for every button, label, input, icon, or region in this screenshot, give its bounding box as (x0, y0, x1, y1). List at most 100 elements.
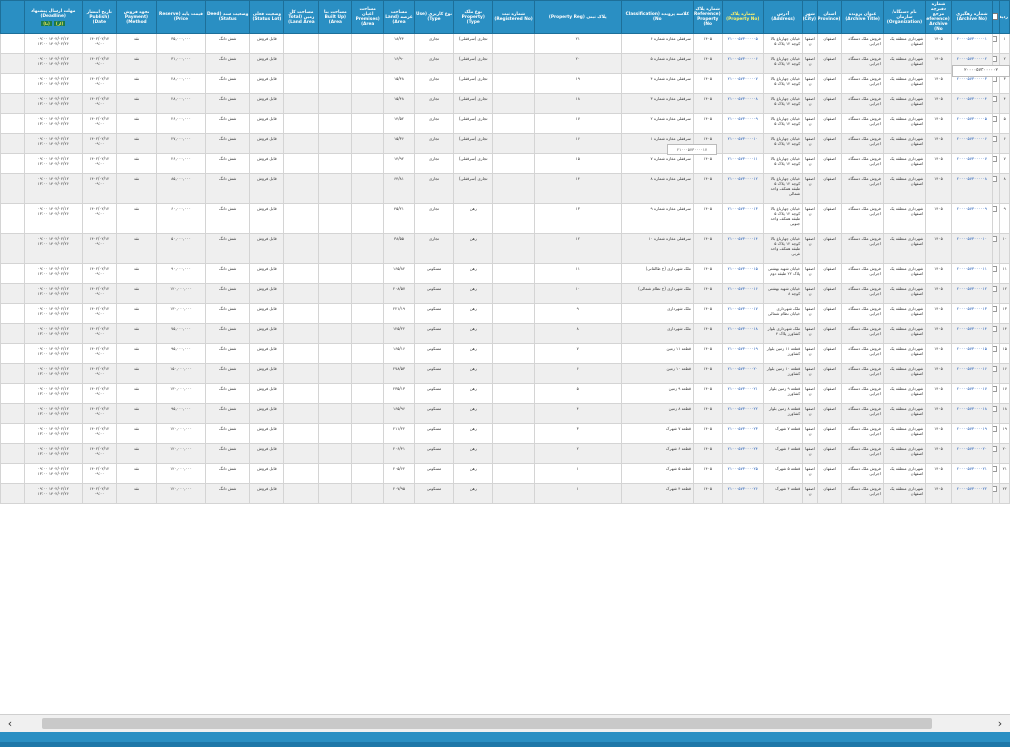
header-reference-property-no[interactable]: شماره پلاک (Reference Property No) (692, 0, 723, 34)
cell-property-no[interactable]: ۲۱۰۰۰۵۷۳۰۰۰۰۲۲ (721, 403, 764, 424)
cell-row-select[interactable] (992, 323, 1001, 344)
cell-property-no[interactable]: ۲۱۰۰۰۵۷۳۰۰۰۰۱۳ (721, 203, 764, 234)
horizontal-scrollbar[interactable]: ‹ › (0, 714, 1010, 732)
cell-row-select[interactable] (992, 33, 1001, 54)
cell-archive-no[interactable]: ۲۰۰۰۰۵۷۳۰۰۰۰۰۴ (950, 93, 994, 114)
row-checkbox[interactable] (993, 386, 998, 392)
cell-property-no[interactable]: ۲۱۰۰۰۵۷۳۰۰۰۰۱۶ (721, 283, 764, 304)
cell-row-select[interactable] (992, 343, 1001, 364)
cell-archive-no[interactable]: ۲۰۰۰۰۵۷۳۰۰۰۰۱۱ (950, 263, 994, 284)
table-row[interactable]: ۱۷ ۲۰۰۰۰۵۷۳۰۰۰۰۱۷ ۱۴۰۵ شهرداری منطقه یک اصف… (0, 383, 1010, 404)
row-checkbox[interactable] (993, 446, 998, 452)
cell-archive-no[interactable]: ۲۰۰۰۰۵۷۳۰۰۰۰۱۸ (950, 403, 994, 424)
row-checkbox[interactable] (993, 366, 998, 372)
header-city[interactable]: شهر (City) (802, 0, 818, 34)
cell-archive-no[interactable]: ۲۰۰۰۰۵۷۳۰۰۰۰۰۷ (950, 153, 994, 174)
table-row[interactable]: ۱ ۲۰۰۰۰۵۷۳۰۰۰۰۰۱ ۱۴۰۵ شهرداری منطقه یک اصفه… (0, 33, 1010, 54)
header-property-type[interactable]: نوع ملک (Property Type) (453, 0, 494, 34)
cell-row-select[interactable] (992, 93, 1001, 114)
cell-archive-no[interactable]: ۲۰۰۰۰۵۷۳۰۰۰۰۱۵ (950, 343, 994, 364)
cell-property-no[interactable]: ۲۱۰۰۰۵۷۳۰۰۰۰۱۱ (721, 153, 764, 174)
header-deed-status[interactable]: وضعیت سند (Deed Status) (204, 0, 251, 34)
cell-row-select[interactable] (992, 233, 1001, 264)
table-row[interactable]: ۲۲ ۲۰۰۰۰۵۷۳۰۰۰۰۲۲ ۱۴۰۵ شهرداری منطقه یک اصف… (0, 483, 1010, 504)
header-property-reg[interactable]: پلاک ثبتی (Property Reg) (533, 0, 622, 34)
row-checkbox[interactable] (993, 176, 998, 182)
cell-archive-no[interactable]: ۲۰۰۰۰۵۷۳۰۰۰۰۲۲ (950, 483, 994, 504)
cell-property-no[interactable]: ۲۱۰۰۰۵۷۳۰۰۰۰۲۳ (721, 423, 764, 444)
table-row[interactable]: ۹ ۲۰۰۰۰۵۷۳۰۰۰۰۰۹ ۱۴۰۵ شهرداری منطقه یک اصفه… (0, 203, 1010, 234)
cell-property-no[interactable]: ۲۱۰۰۰۵۷۳۰۰۰۰۲۶ (721, 483, 764, 504)
cell-property-no[interactable]: ۲۱۰۰۰۵۷۳۰۰۰۰۱۲ (721, 173, 764, 204)
cell-row-select[interactable] (992, 173, 1001, 204)
cell-property-no[interactable]: ۲۱۰۰۰۵۷۳۰۰۰۰۲۱ (721, 383, 764, 404)
header-deadline[interactable]: مهلت ارسال پیشنهاد (Deadline) (از) (تا) (23, 0, 83, 34)
cell-archive-no[interactable]: ۲۰۰۰۰۵۷۳۰۰۰۰۰۱ (950, 33, 994, 54)
scroll-left-icon[interactable]: ‹ (2, 715, 18, 732)
table-row[interactable]: ۷ ۲۰۰۰۰۵۷۳۰۰۰۰۰۷ ۱۴۰۵ شهرداری منطقه یک اصفه… (0, 153, 1010, 174)
header-status-lot[interactable]: وضعیت فعلی (Status Lot) (249, 0, 285, 34)
row-checkbox[interactable] (993, 466, 998, 472)
cell-row-select[interactable] (992, 483, 1001, 504)
select-all-checkbox[interactable] (993, 12, 999, 20)
header-land-area[interactable]: مساحت عرصه (Land Area) (383, 0, 415, 34)
row-checkbox[interactable] (993, 56, 998, 62)
table-row[interactable]: ۲ ۲۰۰۰۰۵۷۳۰۰۰۰۰۲ ۱۴۰۵ شهرداری منطقه یک اصفه… (0, 53, 1010, 74)
cell-archive-no[interactable]: ۲۰۰۰۰۵۷۳۰۰۰۰۱۹ (950, 423, 994, 444)
header-property-no[interactable]: شماره پلاک (Property No) (721, 0, 764, 34)
cell-property-no[interactable]: ۲۱۰۰۰۵۷۳۰۰۰۰۱۰ (721, 133, 764, 154)
cell-archive-no[interactable]: ۲۰۰۰۰۵۷۳۰۰۰۰۱۷ (950, 383, 994, 404)
header-select-all[interactable] (992, 0, 1001, 34)
table-row[interactable]: ۱۵ ۲۰۰۰۰۵۷۳۰۰۰۰۱۵ ۱۴۰۵ شهرداری منطقه یک اصف… (0, 343, 1010, 364)
cell-archive-no[interactable]: ۲۰۰۰۰۵۷۳۰۰۰۰۱۴ (950, 323, 994, 344)
cell-archive-no[interactable]: ۲۰۰۰۰۵۷۳۰۰۰۰۰۵ (950, 113, 994, 134)
table-row[interactable]: ۱۳ ۲۰۰۰۰۵۷۳۰۰۰۰۱۳ ۱۴۰۵ شهرداری منطقه یک اصف… (0, 303, 1010, 324)
row-checkbox[interactable] (993, 486, 998, 492)
header-built-up-area[interactable]: مساحت بنا (Built Up Area) (318, 0, 353, 34)
cell-row-select[interactable] (992, 203, 1001, 234)
row-checkbox[interactable] (993, 206, 998, 212)
header-row-number[interactable]: ردیف (999, 0, 1010, 34)
cell-archive-no[interactable]: ۲۰۰۰۰۵۷۳۰۰۰۰۰۹ (950, 203, 994, 234)
header-use-type[interactable]: نوع کاربری (Use Type) (413, 0, 455, 34)
cell-property-no[interactable]: ۲۱۰۰۰۵۷۳۰۰۰۰۱۹ (721, 343, 764, 364)
cell-archive-no[interactable]: ۲۰۰۰۰۵۷۳۰۰۰۰۱۳ (950, 303, 994, 324)
cell-property-no[interactable]: ۲۱۰۰۰۵۷۳۰۰۰۰۱۷ (721, 303, 764, 324)
table-row[interactable]: ۴ ۲۰۰۰۰۵۷۳۰۰۰۰۰۴ ۱۴۰۵ شهرداری منطقه یک اصفه… (0, 93, 1010, 114)
row-checkbox[interactable] (993, 286, 998, 292)
table-row[interactable]: ۶ ۲۰۰۰۰۵۷۳۰۰۰۰۰۶ ۱۴۰۵ شهرداری منطقه یک اصفه… (0, 133, 1010, 154)
row-checkbox[interactable] (993, 406, 998, 412)
header-total-land-area[interactable]: مساحت کل زمین (Total Land Area) (283, 0, 320, 34)
table-row[interactable]: ۱۴ ۲۰۰۰۰۵۷۳۰۰۰۰۱۴ ۱۴۰۵ شهرداری منطقه یک اصف… (0, 323, 1010, 344)
table-row[interactable]: ۳ ۲۰۰۰۰۵۷۳۰۰۰۰۰۳ ۱۴۰۵ شهرداری منطقه یک اصفه… (0, 73, 1010, 94)
table-row[interactable]: ۱۸ ۲۰۰۰۰۵۷۳۰۰۰۰۱۸ ۱۴۰۵ شهرداری منطقه یک اصف… (0, 403, 1010, 424)
table-row[interactable]: ۱۱ ۲۰۰۰۰۵۷۳۰۰۰۰۱۱ ۱۴۰۵ شهرداری منطقه یک اصف… (0, 263, 1010, 284)
table-row[interactable]: ۱۶ ۲۰۰۰۰۵۷۳۰۰۰۰۱۶ ۱۴۰۵ شهرداری منطقه یک اصف… (0, 363, 1010, 384)
cell-archive-no[interactable]: ۲۰۰۰۰۵۷۳۰۰۰۰۱۰ (950, 233, 994, 264)
header-province[interactable]: استان (Province) (816, 0, 843, 34)
header-registered-no[interactable]: شماره ثبت (Registered No) (492, 0, 535, 34)
row-checkbox[interactable] (993, 156, 998, 162)
row-checkbox[interactable] (993, 306, 998, 312)
cell-archive-no[interactable]: ۲۰۰۰۰۵۷۳۰۰۰۰۲۱ (950, 463, 994, 484)
cell-row-select[interactable] (992, 263, 1001, 284)
header-classification-no[interactable]: کلاسه پرونده (Classification No) (620, 0, 694, 34)
header-publish-date[interactable]: تاریخ انتشار (Publish Date) (81, 0, 117, 34)
cell-row-select[interactable] (992, 383, 1001, 404)
table-row[interactable]: ۱۹ ۲۰۰۰۰۵۷۳۰۰۰۰۱۹ ۱۴۰۵ شهرداری منطقه یک اصف… (0, 423, 1010, 444)
cell-archive-no[interactable]: ۲۰۰۰۰۵۷۳۰۰۰۰۱۲ (950, 283, 994, 304)
scroll-right-icon[interactable]: › (992, 715, 1008, 732)
cell-row-select[interactable] (992, 423, 1001, 444)
header-address[interactable]: آدرس (Address) (762, 0, 804, 34)
header-archive-title[interactable]: عنوان پرونده (Archive Title) (841, 0, 884, 34)
cell-archive-no[interactable]: ۲۰۰۰۰۵۷۳۰۰۰۰۱۶ (950, 363, 994, 384)
cell-row-select[interactable] (992, 403, 1001, 424)
row-checkbox[interactable] (993, 116, 998, 122)
cell-row-select[interactable] (992, 303, 1001, 324)
row-checkbox[interactable] (993, 36, 998, 42)
row-checkbox[interactable] (993, 136, 998, 142)
cell-property-no[interactable]: ۲۱۰۰۰۵۷۳۰۰۰۰۱۴ (721, 233, 764, 264)
row-checkbox[interactable] (993, 426, 998, 432)
cell-property-no[interactable]: ۲۱۰۰۰۵۷۳۰۰۰۰۲۰ (721, 363, 764, 384)
row-checkbox[interactable] (993, 346, 998, 352)
